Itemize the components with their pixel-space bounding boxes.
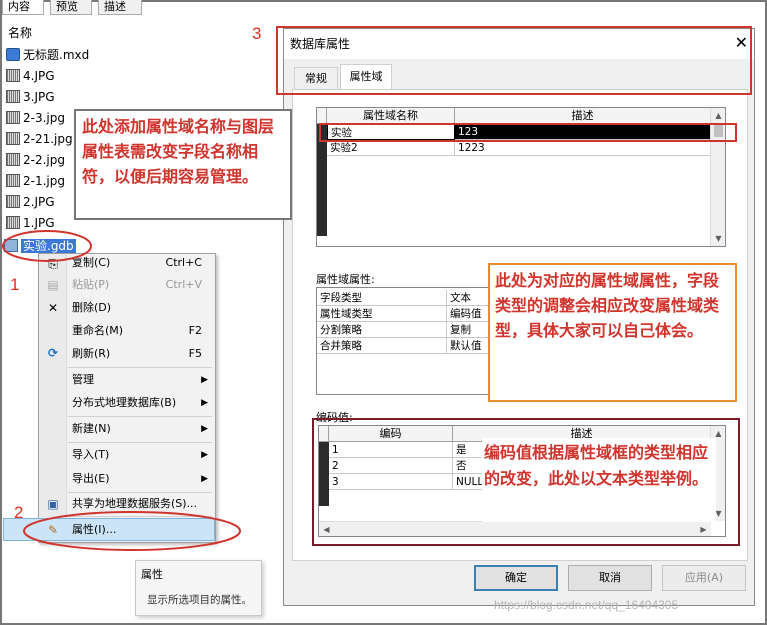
step-number-2: 2	[14, 503, 24, 522]
row-header[interactable]	[317, 156, 327, 172]
row-header[interactable]	[317, 220, 327, 236]
domain-props-note: 此处为对应的属性域属性，字段类型的调整会相应改变属性域类型，具体大家可以自己体会…	[495, 271, 720, 340]
property-key: 分割策略	[317, 322, 447, 338]
column-domain-name[interactable]: 属性域名称	[327, 108, 455, 124]
domain-properties-label: 属性域属性:	[316, 273, 375, 286]
cancel-button[interactable]: 取消	[568, 565, 652, 591]
apply-button[interactable]: 应用(A)	[662, 565, 746, 591]
properties-highlight-ellipse	[23, 511, 241, 551]
tooltip-title: 属性	[141, 568, 163, 581]
step-number-3: 3	[252, 24, 262, 43]
row-header[interactable]	[317, 140, 327, 156]
watermark: https://blog.csdn.net/qq_16404305	[494, 598, 679, 612]
row-header[interactable]	[317, 188, 327, 204]
property-key: 属性域类型	[317, 306, 447, 322]
column-description[interactable]: 描述	[455, 108, 711, 124]
coded-values-note-box: 编码值根据属性域框的类型相应的改变，此处以文本类型举例。	[482, 438, 716, 522]
gdb-highlight-ellipse	[2, 230, 92, 262]
domain-row-annotation-frame	[319, 123, 737, 142]
row-header[interactable]	[317, 172, 327, 188]
dialog-annotation-frame	[276, 26, 752, 95]
property-key: 合并策略	[317, 338, 447, 354]
scroll-down-icon[interactable]: ▼	[711, 231, 726, 246]
domain-name-note-box: 此处添加属性域名称与图层属性表需改变字段名称相符，以便后期容易管理。	[74, 109, 292, 220]
domain-props-note-box: 此处为对应的属性域属性，字段类型的调整会相应改变属性域类型，具体大家可以自己体会…	[488, 263, 737, 402]
scroll-up-icon[interactable]: ▲	[711, 108, 726, 123]
property-key: 字段类型	[317, 290, 447, 306]
grid-corner	[317, 108, 327, 124]
tooltip-text: 显示所选项目的属性。	[147, 594, 252, 606]
domain-description-cell[interactable]: 1223	[455, 140, 711, 156]
coded-values-note: 编码值根据属性域框的类型相应的改变，此处以文本类型举例。	[484, 443, 709, 488]
tooltip: 属性 显示所选项目的属性。	[135, 560, 262, 616]
domain-name-note: 此处添加属性域名称与图层属性表需改变字段名称相符，以便后期容易管理。	[82, 117, 275, 186]
row-header[interactable]	[317, 204, 327, 220]
domain-name-cell[interactable]: 实验2	[327, 140, 455, 156]
ok-button[interactable]: 确定	[474, 565, 558, 591]
step-number-1: 1	[10, 275, 20, 294]
